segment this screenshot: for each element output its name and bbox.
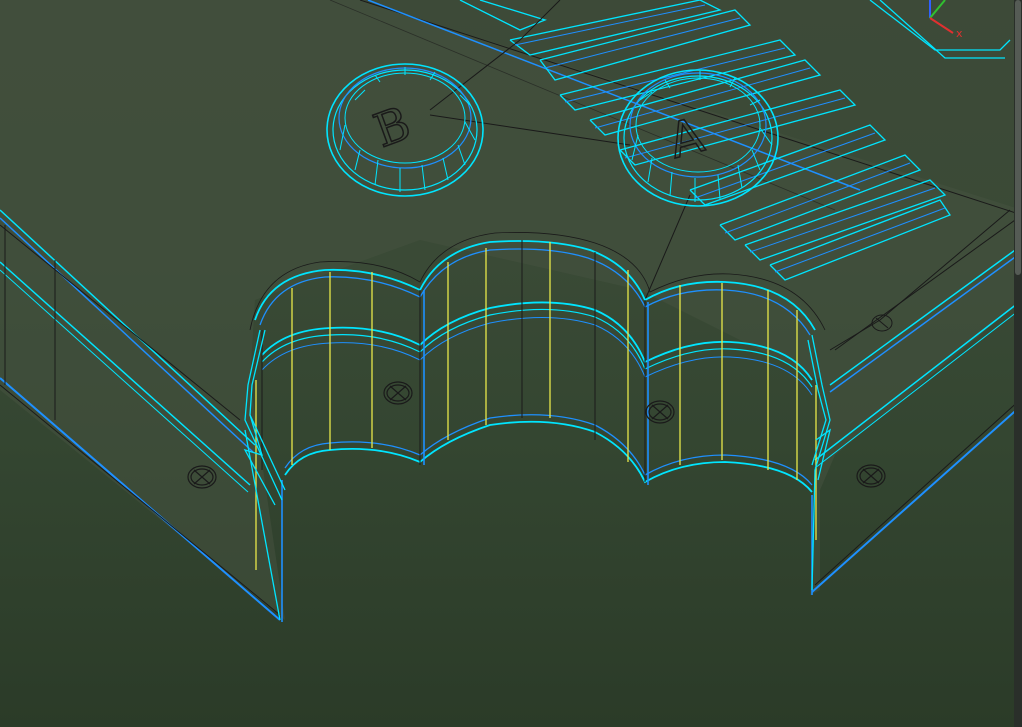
- screw-hole-1[interactable]: [383, 381, 413, 405]
- screw-hole-2[interactable]: [645, 400, 675, 424]
- vertical-scrollbar[interactable]: [1014, 0, 1022, 727]
- axis-gizmo[interactable]: x: [929, 0, 963, 40]
- axis-x-label: x: [956, 27, 963, 40]
- axis-y-line: [929, 0, 946, 19]
- cad-viewport[interactable]: B A x: [0, 0, 1022, 727]
- screw-hole-4[interactable]: [856, 464, 886, 488]
- model-wireframe[interactable]: B A x: [0, 0, 1022, 727]
- cutout-bottom-rim: [284, 414, 813, 493]
- axis-x-line: [929, 17, 954, 34]
- scrollbar-thumb[interactable]: [1015, 0, 1021, 275]
- top-plate-face: [0, 0, 1022, 620]
